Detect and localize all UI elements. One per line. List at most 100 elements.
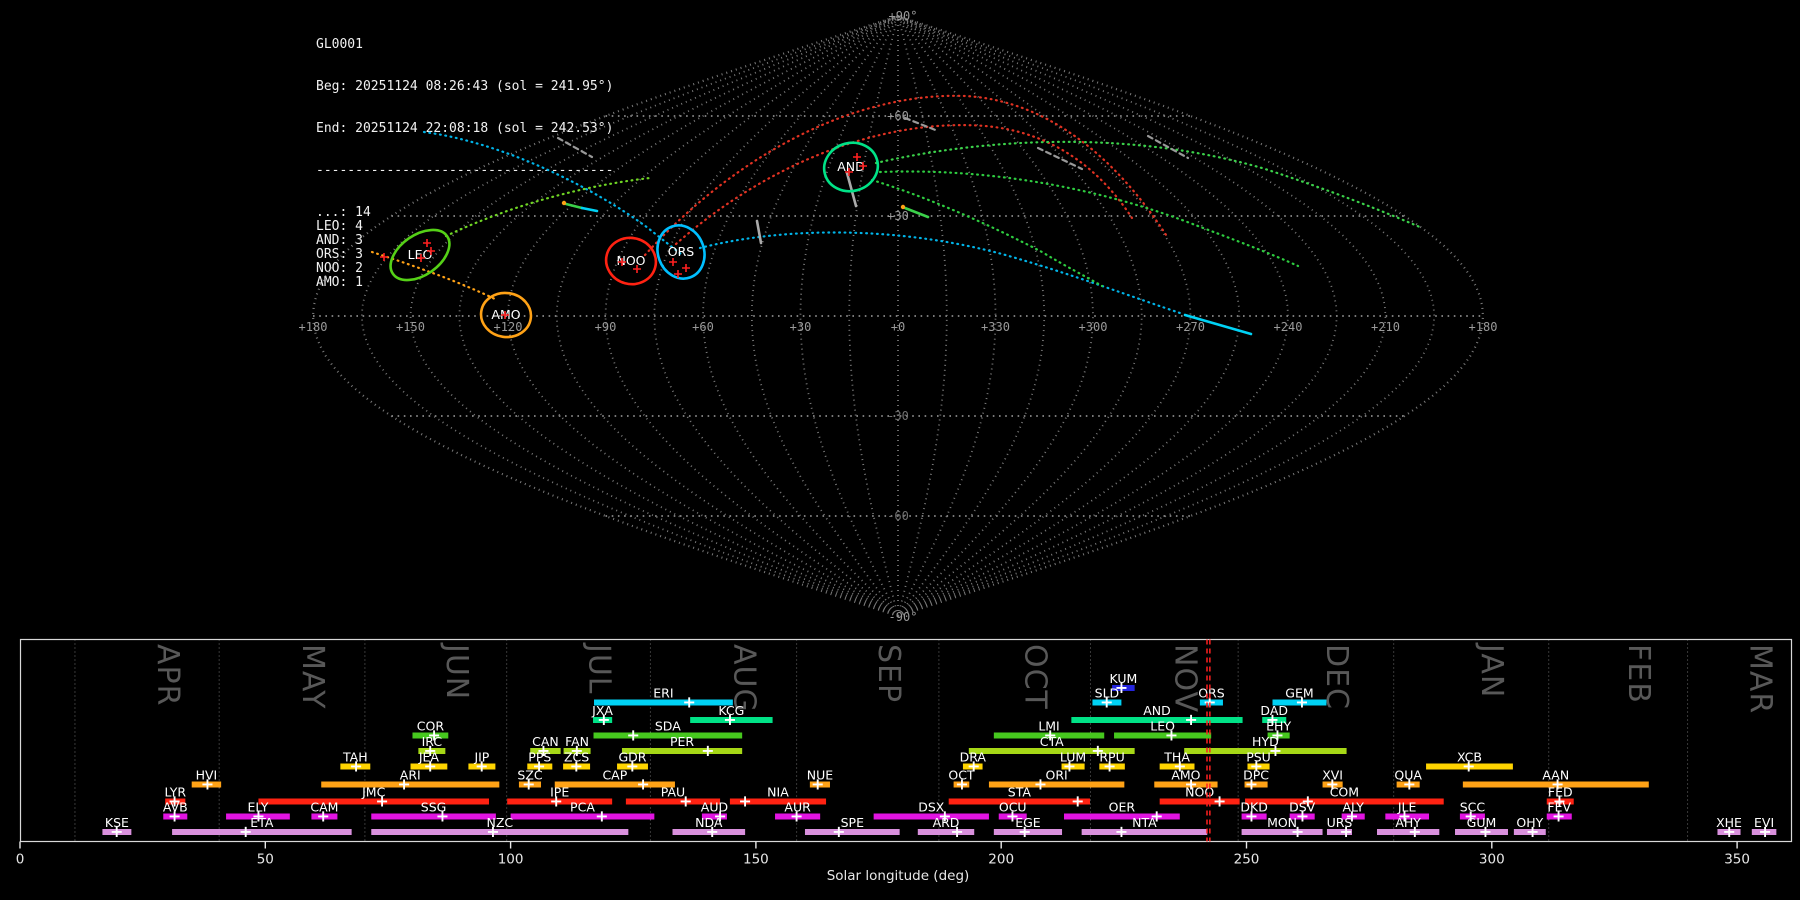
x-axis-tick-label: 100: [498, 852, 524, 868]
sky-latitude-label: +30: [887, 209, 909, 223]
month-label-jan: JAN: [1474, 642, 1509, 698]
peak-marker-sld: +: [1100, 693, 1113, 712]
x-axis-tick-label: 350: [1724, 852, 1750, 868]
peak-marker-jea: +: [423, 757, 436, 776]
peak-marker-dpc: +: [1245, 775, 1258, 794]
shower-row: KSE+ ETA+ NZC+ NDA+ SPE+ ARD+ EGE+ NTA+ MON+ URS+…: [102, 815, 1777, 841]
peak-marker-dkd: +: [1245, 807, 1258, 826]
shower-label-cap: CAP: [602, 768, 627, 783]
radiant-plus-marker: [423, 239, 431, 247]
meteor-trail-dot: [870, 178, 1104, 288]
radiant-label-noo: NOO: [616, 253, 645, 268]
peak-marker-xcb: +: [1462, 757, 1475, 776]
sky-meridian-line: [799, 15, 899, 617]
peak-marker-jxa: +: [597, 710, 610, 729]
peak-marker-eta: +: [239, 822, 252, 841]
peak-marker-per: +: [701, 741, 714, 760]
shower-label-ori: ORI: [1046, 768, 1068, 783]
peak-marker-aur: +: [790, 807, 803, 826]
sky-meridian-line: [507, 15, 899, 617]
peak-marker-sta: +: [1071, 792, 1084, 811]
shower-label-per: PER: [670, 734, 694, 749]
meteor-trail-dash: [556, 136, 594, 159]
peak-marker-kse: +: [110, 822, 123, 841]
peak-marker-gem: +: [1295, 693, 1308, 712]
radiant-plus-marker: [669, 258, 677, 266]
sky-latitude-label: -30: [887, 409, 909, 423]
peak-marker-mon: +: [1291, 822, 1304, 841]
month-label-jun: JUN: [439, 642, 474, 700]
peak-marker-nda: +: [706, 822, 719, 841]
meteor-trail-dot: [878, 170, 1300, 268]
peak-marker-pau: +: [679, 792, 692, 811]
x-axis-tick-label: 150: [743, 852, 769, 868]
meteor-trail-solid: [755, 219, 763, 245]
peak-marker-qua: +: [1403, 775, 1416, 794]
peak-marker-cap: +: [636, 775, 649, 794]
peak-marker-ahy: +: [1408, 822, 1421, 841]
month-label-apr: APR: [150, 644, 185, 706]
shower-row: HVI+ ARI+ SZC+ CAP + NUE+ OCT+ ORI+ AMO+ DPC+ XVI+…: [191, 768, 1649, 794]
month-label-nov: NOV: [1167, 644, 1202, 713]
sky-meridian-line: [653, 15, 899, 617]
meteor-trail-dot: [698, 231, 1185, 316]
peak-marker-hvi: +: [201, 775, 214, 794]
sky-meridian-line: [897, 15, 1338, 617]
sky-longitude-label: +120: [494, 320, 523, 334]
meteor-trail-solid: [580, 206, 599, 213]
peak-marker-spe: +: [832, 822, 845, 841]
sky-meridian-line: [702, 15, 899, 617]
radiant-label-leo: LEO: [408, 247, 433, 262]
peak-marker-tah: +: [349, 757, 362, 776]
shower-label-sta: STA: [1008, 785, 1032, 800]
sky-longitude-label: +330: [981, 320, 1010, 334]
peak-marker-ari: +: [397, 775, 410, 794]
peak-marker-ohy: +: [1526, 822, 1539, 841]
peak-marker-ori: +: [1034, 775, 1047, 794]
sky-latitude-label: -60: [887, 509, 909, 523]
peak-marker-ard: +: [950, 822, 963, 841]
shower-label-oer: OER: [1109, 800, 1136, 815]
shower-label-eta: ETA: [250, 815, 274, 830]
meteor-trail-dot: [422, 130, 683, 256]
peak-marker-pca: +: [595, 807, 608, 826]
month-label-mar: MAR: [1742, 644, 1777, 714]
sky-longitude-label: +180: [299, 320, 328, 334]
sky-meridian-line: [750, 15, 899, 617]
shower-label-pca: PCA: [570, 800, 595, 815]
month-label-may: MAY: [295, 644, 330, 709]
peak-marker-evi: +: [1758, 822, 1771, 841]
shower-label-nia: NIA: [767, 785, 789, 800]
sky-grid: [311, 14, 1485, 618]
radiant-plus-marker: [380, 253, 388, 261]
sky-south-pole-label: -90°: [889, 610, 918, 624]
peak-marker-zcs: +: [570, 757, 583, 776]
peak-marker-fev: +: [1552, 807, 1565, 826]
sky-longitude-label: +0: [891, 320, 905, 334]
meteor-observation-screen: GL0001 Beg: 20251124 08:26:43 (sol = 241…: [0, 0, 1800, 900]
peak-marker-noo: +: [1213, 792, 1226, 811]
peak-marker-jmc: +: [375, 792, 388, 811]
shower-label-nta: NTA: [1132, 815, 1157, 830]
peak-marker-ipe: +: [550, 792, 563, 811]
x-axis-tick-label: 200: [988, 852, 1014, 868]
peak-marker-avb: +: [168, 807, 181, 826]
sky-longitude-label: +180: [1469, 320, 1498, 334]
month-label-sep: SEP: [871, 644, 906, 703]
shower-label-eri: ERI: [653, 686, 673, 701]
sky-meridian-line: [897, 15, 1436, 617]
peak-marker-nzc: +: [486, 822, 499, 841]
peak-marker-and: +: [1184, 710, 1197, 729]
peak-marker-oct: +: [955, 775, 968, 794]
shower-label-com: COM: [1330, 785, 1359, 800]
peak-marker-gum: +: [1479, 822, 1492, 841]
shower-label-sda: SDA: [655, 719, 681, 734]
x-axis-tick-label: 300: [1479, 852, 1505, 868]
sky-longitude-label: +60: [692, 320, 714, 334]
x-axis-tick-label: 250: [1234, 852, 1260, 868]
radiant-sky-map: +180 +150 +120 +90 +60 +30 +0 +330 +300 +270 +240 +…: [299, 9, 1498, 624]
peak-marker-gdr: +: [626, 757, 639, 776]
sky-latitude-label: +60: [887, 109, 909, 123]
peak-marker-nta: +: [1115, 822, 1128, 841]
x-axis-tick-label: 50: [257, 852, 274, 868]
